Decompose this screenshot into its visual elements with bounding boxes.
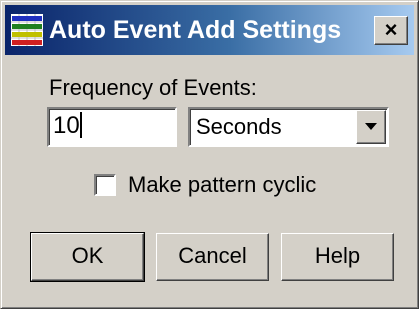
- ok-button[interactable]: OK: [30, 232, 145, 282]
- unit-select-value: Seconds: [196, 114, 282, 139]
- frequency-label: Frequency of Events:: [49, 75, 257, 100]
- dialog-window: Auto Event Add Settings × Frequency of E…: [0, 0, 419, 309]
- title-bar[interactable]: Auto Event Add Settings ×: [5, 5, 414, 55]
- app-chart-icon: [11, 14, 43, 46]
- text-caret: [79, 112, 82, 138]
- unit-select[interactable]: Seconds: [188, 107, 389, 147]
- chevron-down-icon: [365, 123, 377, 130]
- frequency-value: 10: [53, 112, 80, 139]
- close-button[interactable]: ×: [374, 16, 408, 45]
- cyclic-checkbox-label[interactable]: Make pattern cyclic: [128, 171, 316, 199]
- cancel-button[interactable]: Cancel: [156, 233, 269, 281]
- help-button[interactable]: Help: [281, 233, 394, 281]
- close-icon: ×: [384, 17, 398, 42]
- frequency-input[interactable]: 10: [47, 107, 177, 147]
- dropdown-button[interactable]: [356, 110, 386, 144]
- window-title: Auto Event Add Settings: [49, 16, 342, 44]
- cyclic-checkbox[interactable]: [94, 174, 116, 196]
